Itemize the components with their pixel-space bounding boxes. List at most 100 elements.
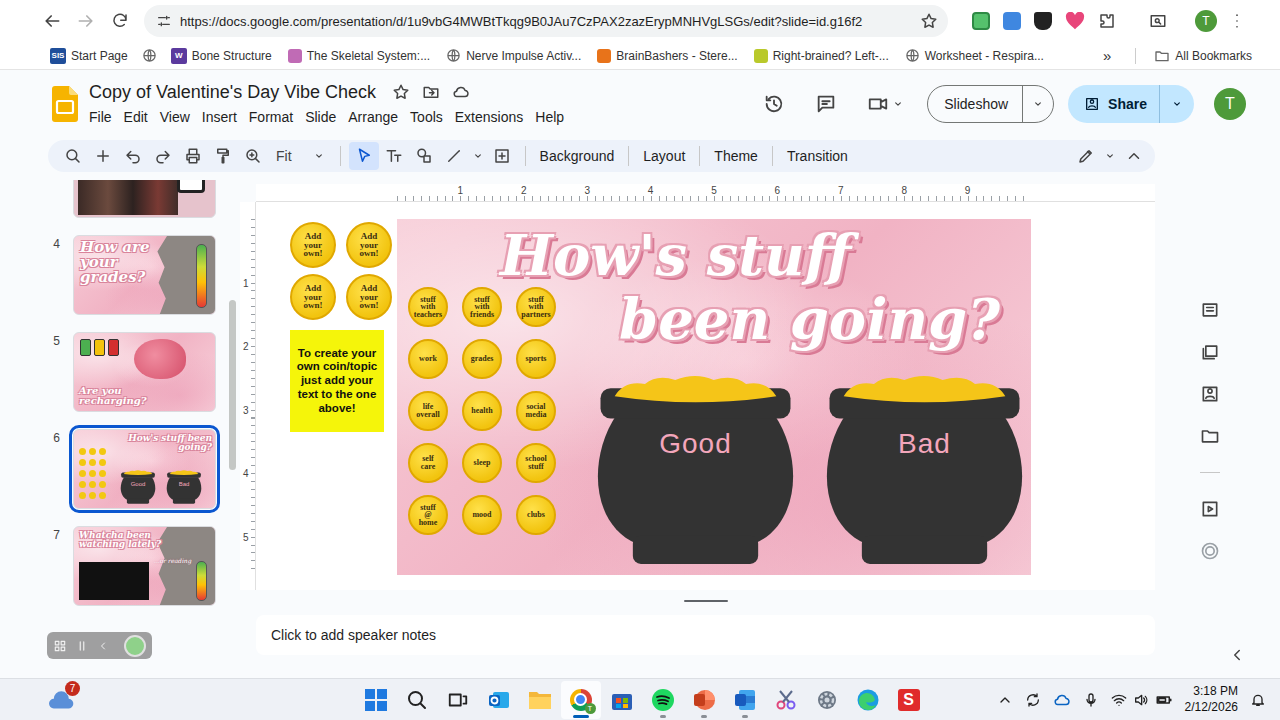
powerpoint-taskbar-button[interactable] xyxy=(684,681,724,719)
pen-dropdown[interactable] xyxy=(1101,142,1119,170)
move-button[interactable] xyxy=(422,83,440,101)
profile-avatar[interactable]: T xyxy=(1195,10,1217,32)
print-tool[interactable] xyxy=(178,142,208,170)
toolbar-action[interactable]: Background xyxy=(534,144,621,168)
bookmark[interactable] xyxy=(136,48,163,63)
menu-item[interactable]: Edit xyxy=(118,107,154,127)
toolbar-action[interactable]: Theme xyxy=(708,144,764,168)
coin[interactable]: Add your own! xyxy=(346,274,392,320)
snipping-taskbar-button[interactable] xyxy=(766,681,806,719)
spotify-taskbar-button[interactable] xyxy=(643,681,683,719)
extensions-button[interactable] xyxy=(1098,12,1116,30)
account-avatar[interactable]: T xyxy=(1214,88,1246,120)
notes-resize-handle[interactable] xyxy=(684,600,728,602)
bookmarks-overflow-button[interactable]: » xyxy=(1093,47,1121,64)
undo-tool[interactable] xyxy=(118,142,148,170)
bookmark[interactable]: BrainBashers - Stere... xyxy=(589,49,745,63)
menu-item[interactable]: Extensions xyxy=(449,107,529,127)
app-taskbar-button[interactable]: S xyxy=(889,681,929,719)
sync-icon-button[interactable] xyxy=(1025,692,1041,708)
coin[interactable]: stuff with teachers xyxy=(408,287,448,327)
collapse-menus-button[interactable] xyxy=(1119,142,1149,170)
coin[interactable]: Add your own! xyxy=(290,274,336,320)
meet-button[interactable] xyxy=(855,85,921,123)
word-taskbar-button[interactable] xyxy=(725,681,765,719)
slide[interactable]: How's stuffbeen going? stuff with teache… xyxy=(397,219,1031,575)
heart-icon[interactable] xyxy=(1065,12,1085,30)
forward-button[interactable] xyxy=(72,7,100,35)
plus-tool[interactable] xyxy=(88,142,118,170)
quick-settings-button[interactable] xyxy=(1111,691,1173,709)
horizontal-ruler[interactable]: 123456789 xyxy=(256,184,1155,202)
slide-thumbnail[interactable]: How are your grades? xyxy=(73,235,216,315)
slideshow-button[interactable]: Slideshow xyxy=(927,85,1054,123)
reload-button[interactable] xyxy=(106,7,134,35)
address-bar[interactable]: https://docs.google.com/presentation/d/1… xyxy=(144,5,948,37)
extension-smile-icon[interactable] xyxy=(972,12,990,30)
explorer-taskbar-button[interactable] xyxy=(520,681,560,719)
microphone-button[interactable] xyxy=(1083,692,1099,708)
browser-menu-button[interactable] xyxy=(1223,7,1251,35)
coin[interactable]: stuff with friends xyxy=(462,287,502,327)
speaker-notes[interactable]: Click to add speaker notes xyxy=(256,615,1155,655)
search-taskbar-button[interactable] xyxy=(397,681,437,719)
menu-item[interactable]: Slide xyxy=(299,107,342,127)
windows-taskbar-button[interactable] xyxy=(356,681,396,719)
coin[interactable]: school stuff xyxy=(516,443,556,483)
caret-tool[interactable] xyxy=(469,142,487,170)
coin[interactable]: work xyxy=(408,339,448,379)
share-button[interactable]: Share xyxy=(1068,85,1194,123)
extension-mask-icon[interactable] xyxy=(1034,12,1052,30)
coin[interactable]: stuff @ home xyxy=(408,495,448,535)
bookmark[interactable]: SIS Start Page xyxy=(42,48,136,64)
instruction-box[interactable]: To create your own coin/topic just add y… xyxy=(290,330,384,432)
tab-search-button[interactable] xyxy=(1149,12,1167,30)
bookmark[interactable]: Worksheet - Respira... xyxy=(897,48,1052,63)
coin[interactable]: Add your own! xyxy=(346,222,392,268)
all-bookmarks-button[interactable]: All Bookmarks xyxy=(1146,48,1260,64)
filmstrip-scrollbar[interactable] xyxy=(229,300,236,470)
search-tool[interactable] xyxy=(58,142,88,170)
slide-thumbnail[interactable]: How's stuff been going? GoodBad xyxy=(73,429,216,509)
menu-item[interactable]: Tools xyxy=(404,107,449,127)
store-taskbar-button[interactable] xyxy=(602,681,642,719)
chrome-taskbar-button[interactable]: T xyxy=(561,681,601,719)
saved-status[interactable] xyxy=(452,83,470,101)
notifications-button[interactable] xyxy=(1250,692,1266,708)
show-hidden-icons-button[interactable] xyxy=(997,692,1013,708)
coin[interactable]: stuff with partners xyxy=(516,287,556,327)
cursor-tool[interactable] xyxy=(349,142,379,170)
zoom-tool[interactable] xyxy=(238,142,268,170)
extension-calendar-icon[interactable] xyxy=(1003,12,1021,30)
clock[interactable]: 3:18 PM 2/12/2026 xyxy=(1185,684,1238,715)
onedrive-button[interactable] xyxy=(1053,691,1071,709)
coin[interactable]: grades xyxy=(462,339,502,379)
back-button[interactable] xyxy=(38,7,66,35)
document-title[interactable]: Copy of Valentine's Day Vibe Check xyxy=(89,82,376,103)
bookmark[interactable]: The Skeletal System:... xyxy=(280,49,438,63)
comments-button[interactable] xyxy=(803,85,849,123)
record-panel-button[interactable] xyxy=(1200,541,1220,561)
star-button[interactable] xyxy=(392,83,410,101)
recording-widget[interactable] xyxy=(47,632,152,659)
toolbar-action[interactable]: Layout xyxy=(637,144,691,168)
paint-tool[interactable] xyxy=(208,142,238,170)
coin[interactable]: sports xyxy=(516,339,556,379)
addbox-tool[interactable] xyxy=(487,142,517,170)
taskview-taskbar-button[interactable] xyxy=(438,681,478,719)
zoom-dropdown[interactable]: Fit xyxy=(268,148,332,164)
outlook-taskbar-button[interactable] xyxy=(479,681,519,719)
vertical-ruler[interactable]: 12345 xyxy=(240,202,256,590)
site-info-button[interactable] xyxy=(156,13,172,29)
coin[interactable]: social media xyxy=(516,391,556,431)
images-panel-button[interactable] xyxy=(1200,342,1220,362)
bookmark[interactable]: Right-brained? Left-... xyxy=(746,49,897,63)
hide-panel-button[interactable] xyxy=(1228,646,1246,664)
notes-panel-button[interactable] xyxy=(1200,300,1220,320)
coin[interactable]: life overall xyxy=(408,391,448,431)
bookmark[interactable]: W Bone Structure xyxy=(163,48,280,64)
slide-thumbnail[interactable] xyxy=(73,180,216,218)
menu-item[interactable]: View xyxy=(154,107,196,127)
widget-grid-button[interactable] xyxy=(53,639,67,653)
coin[interactable]: clubs xyxy=(516,495,556,535)
